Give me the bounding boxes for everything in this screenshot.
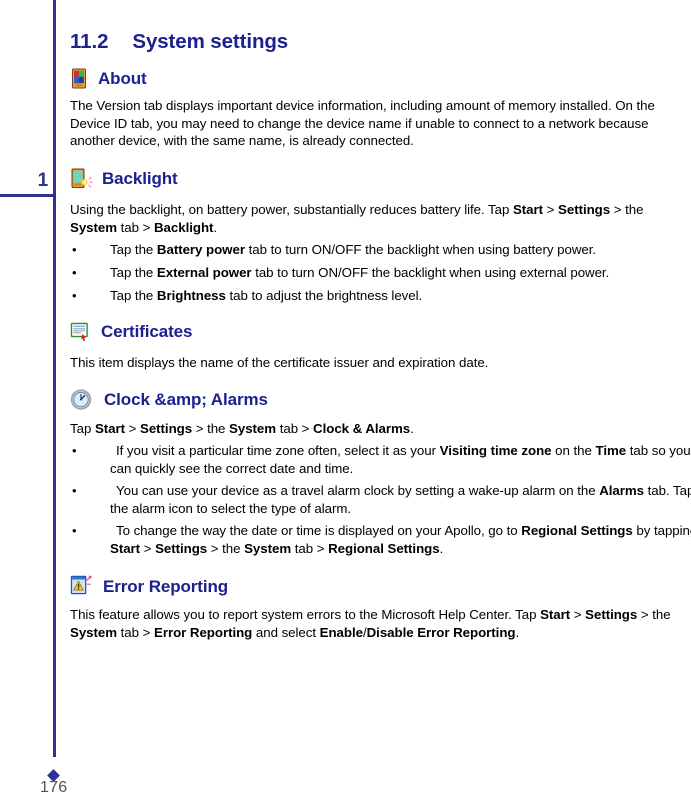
- bullet-dot: •: [72, 483, 77, 498]
- error-report-icon: [70, 575, 92, 598]
- list-item: • Tap the Battery power tab to turn ON/O…: [70, 241, 680, 259]
- margin-vertical-rule: [53, 0, 56, 757]
- list-item: • Tap the External power tab to turn ON/…: [70, 264, 680, 282]
- list-item-text: If you visit a particular time zone ofte…: [110, 443, 691, 476]
- bullet-dot: •: [72, 523, 77, 538]
- bullet-dot: •: [72, 242, 77, 257]
- page-content: 11.2 System settings About The Version ta…: [70, 0, 691, 801]
- heading-clock-alarms-label: Clock &amp; Alarms: [104, 389, 268, 409]
- heading-certificates-label: Certificates: [101, 322, 193, 341]
- heading-error-reporting-label: Error Reporting: [103, 576, 229, 596]
- list-item-text: To change the way the date or time is di…: [110, 523, 691, 556]
- page-title: 11.2 System settings: [70, 30, 288, 54]
- heading-about-label: About: [98, 68, 147, 88]
- backlight-device-icon: [70, 168, 93, 190]
- paragraph-clock-alarms: Tap Start > Settings > the System tab > …: [70, 421, 414, 436]
- section-title-text: System settings: [132, 30, 289, 53]
- paragraph-about: The Version tab displays important devic…: [70, 98, 655, 148]
- heading-about: About: [70, 68, 147, 89]
- bullet-dot: •: [72, 443, 77, 458]
- heading-certificates: Certificates: [70, 322, 193, 342]
- list-item: • You can use your device as a travel al…: [70, 482, 691, 517]
- list-item-text: Tap the Brightness tab to adjust the bri…: [110, 288, 423, 303]
- list-item-text: Tap the Battery power tab to turn ON/OFF…: [110, 242, 597, 257]
- bullet-dot: •: [72, 288, 77, 303]
- list-item-text: You can use your device as a travel alar…: [110, 483, 691, 516]
- clock-icon: [70, 387, 93, 411]
- certificate-document-icon: [70, 322, 91, 342]
- heading-clock-alarms: Clock &amp; Alarms: [70, 387, 268, 411]
- list-item: • Tap the Brightness tab to adjust the b…: [70, 287, 680, 305]
- list-item: • To change the way the date or time is …: [70, 522, 691, 557]
- heading-backlight-label: Backlight: [102, 169, 178, 188]
- paragraph-certificates: This item displays the name of the certi…: [70, 355, 489, 370]
- paragraph-error-reporting: This feature allows you to report system…: [70, 607, 671, 640]
- page-number: 176: [40, 779, 68, 796]
- paragraph-backlight: Using the backlight, on battery power, s…: [70, 202, 644, 235]
- section-number: 11.2: [70, 30, 109, 53]
- heading-error-reporting: Error Reporting: [70, 575, 228, 598]
- list-item-text: Tap the External power tab to turn ON/OF…: [110, 265, 610, 280]
- heading-backlight: Backlight: [70, 168, 178, 190]
- list-item: • If you visit a particular time zone of…: [70, 442, 691, 477]
- pda-device-icon: [70, 68, 89, 89]
- bullet-dot: •: [72, 265, 77, 280]
- chapter-tab-number: 1: [37, 170, 49, 191]
- chapter-tab-rule: [0, 194, 55, 197]
